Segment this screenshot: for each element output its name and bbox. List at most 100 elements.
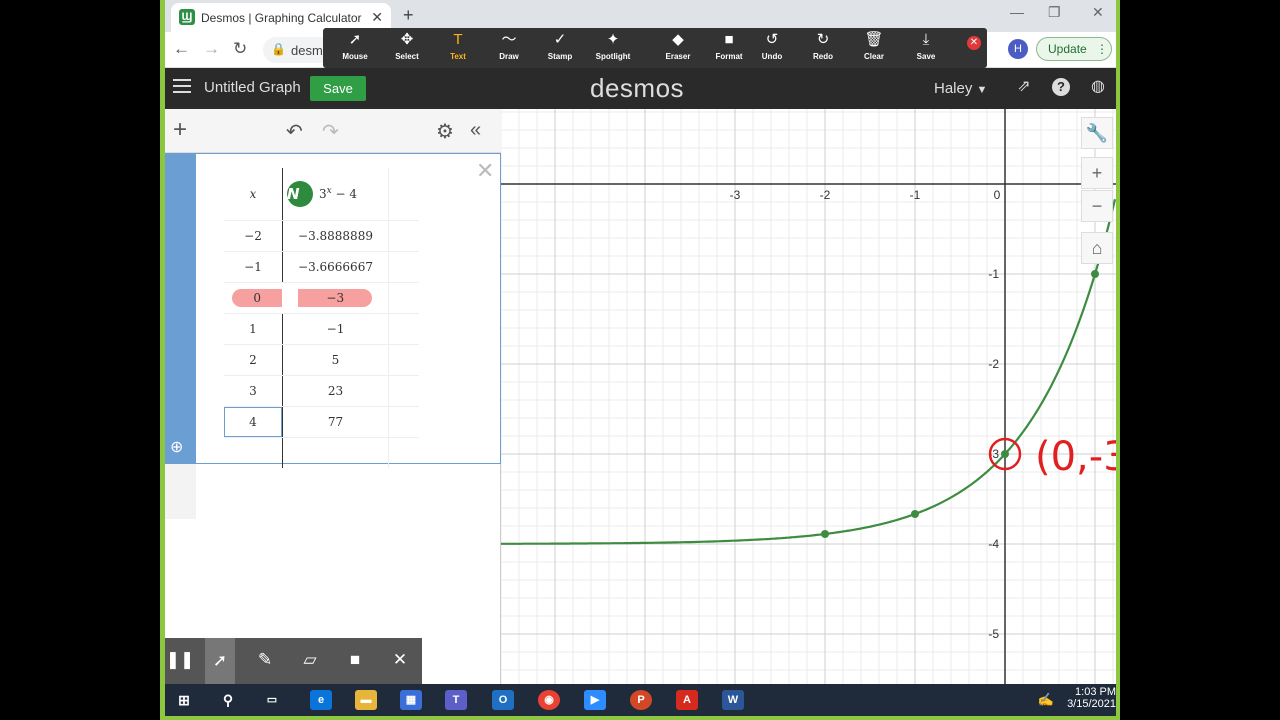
globe-icon[interactable]: ◍ (1089, 78, 1107, 96)
annotation-tool-stamp[interactable]: ✓ Stamp (536, 31, 584, 61)
x-tick-label: -3 (730, 188, 741, 202)
word-icon[interactable]: W (722, 690, 744, 710)
x-cell[interactable]: −2 (224, 220, 283, 252)
camera-icon[interactable]: ■ (340, 650, 370, 670)
x-cell[interactable]: 1 (224, 313, 283, 345)
zoom-app-icon[interactable]: ▶ (584, 690, 606, 710)
eraser-icon: ◆ (672, 31, 684, 48)
pen-input-icon[interactable]: ✍ (1035, 690, 1057, 710)
pen-icon[interactable]: ✎ (250, 650, 280, 670)
y-value: −3.6666667 (298, 259, 373, 274)
annotation-tool-draw[interactable]: 〜 Draw (485, 31, 533, 61)
wrench-icon[interactable]: 🔧 (1081, 117, 1113, 149)
help-icon[interactable]: ? (1052, 78, 1070, 96)
annotation-tool-mouse[interactable]: ➚ Mouse (331, 31, 379, 61)
acrobat-icon[interactable]: A (676, 690, 698, 710)
eraser-icon[interactable]: ▱ (295, 650, 325, 670)
desmos-logo: desmos (590, 73, 685, 103)
zoom-fit-icon[interactable]: ⊕ (170, 437, 190, 457)
empty-expression-slot[interactable] (165, 464, 196, 519)
tab-close-icon[interactable]: ✕ (371, 9, 383, 26)
column-fx-header[interactable]: N 3x − 4 (282, 168, 389, 221)
edge-icon[interactable]: e (310, 690, 332, 710)
user-menu[interactable]: Haley ▼ (934, 80, 987, 97)
forward-icon[interactable]: → (203, 39, 220, 59)
tab-title: Desmos | Graphing Calculator (201, 11, 362, 25)
zoom-in-icon[interactable]: + (1081, 157, 1113, 189)
expression-side-tab[interactable]: ⊕ (165, 153, 196, 464)
store-icon[interactable]: ▦ (400, 690, 422, 710)
annotation-tool-undo[interactable]: ↺ Undo (748, 31, 796, 61)
y-tick-label: -2 (988, 357, 999, 371)
x-cell[interactable]: 4 (224, 406, 283, 438)
annotation-tool-redo[interactable]: ↻ Redo (799, 31, 847, 61)
windows-start-icon[interactable]: ⊞ (173, 690, 195, 710)
pointer-icon[interactable]: ➚ (205, 638, 235, 684)
close-recorder-icon[interactable]: ✕ (385, 650, 415, 670)
task-view-icon[interactable]: ▭ (261, 690, 283, 710)
function-color-badge[interactable]: N (287, 180, 313, 207)
annotation-tool-spotlight[interactable]: ✦ Spotlight (589, 31, 637, 61)
powerpoint-icon[interactable]: P (630, 690, 652, 710)
hamburger-menu-icon[interactable] (173, 79, 191, 93)
file-explorer-icon[interactable]: ▬ (355, 690, 377, 710)
draw-icon: 〜 (501, 31, 517, 48)
x-cell[interactable]: 2 (224, 344, 283, 376)
lock-icon: 🔒 (271, 42, 286, 56)
kebab-menu-icon[interactable]: ⋮ (1096, 42, 1108, 56)
table-row: 3 23 (224, 375, 419, 407)
x-cell[interactable]: −1 (224, 251, 283, 283)
collapse-panel-icon[interactable]: « (470, 119, 481, 142)
annotation-tool-format[interactable]: ■ Format (705, 31, 753, 61)
annotation-tool-label: Format (715, 52, 743, 61)
save-button[interactable]: Save (310, 76, 366, 101)
restore-icon[interactable]: ❐ (1048, 4, 1061, 21)
update-button[interactable]: Update ⋮ (1036, 37, 1112, 61)
search-icon[interactable]: ⚲ (217, 690, 239, 710)
graph-paper[interactable]: -3-2-1012-1-2-3-4-5(0,-3) (501, 109, 1116, 684)
annotation-toolbar: ➚ Mouse ✥ Select T Text 〜 Draw ✓ Stamp ✦ Spotlight ◆… (323, 28, 987, 68)
new-tab-icon[interactable]: + (403, 5, 414, 26)
recorder-bar: ❚❚ ➚ ✎ ▱ ■ ✕ (165, 638, 422, 684)
pause-icon[interactable]: ❚❚ (165, 650, 195, 670)
x-cell[interactable]: 3 (224, 375, 283, 407)
outlook-icon[interactable]: O (492, 690, 514, 710)
home-icon[interactable]: ⌂ (1081, 232, 1113, 264)
system-clock[interactable]: 1:03 PM 3/15/2021 (1060, 686, 1116, 710)
annotation-tool-select[interactable]: ✥ Select (383, 31, 431, 61)
close-window-icon[interactable]: ✕ (1092, 4, 1104, 21)
teams-icon[interactable]: T (445, 690, 467, 710)
annotation-tool-save[interactable]: ⤓ Save (902, 31, 950, 61)
user-name: Haley (934, 80, 973, 97)
profile-avatar[interactable]: H (1008, 39, 1028, 59)
annotation-tool-text[interactable]: T Text (434, 31, 482, 61)
graph-title[interactable]: Untitled Graph (204, 79, 301, 96)
y-value: 5 (331, 352, 340, 367)
share-icon[interactable]: ⇗ (1015, 78, 1033, 96)
delete-expression-icon[interactable]: ✕ (476, 158, 494, 184)
redo-icon[interactable]: ↷ (322, 119, 339, 144)
function-rest: − 4 (335, 187, 358, 202)
undo-icon[interactable]: ↶ (286, 119, 303, 144)
add-expression-icon[interactable]: + (173, 116, 187, 144)
gear-icon[interactable]: ⚙ (436, 119, 454, 144)
reload-icon[interactable]: ↻ (233, 39, 247, 59)
x-value: 0 (232, 288, 283, 307)
minimize-icon[interactable]: — (1010, 4, 1024, 20)
zoom-out-icon[interactable]: − (1081, 190, 1113, 222)
annotation-tool-eraser[interactable]: ◆ Eraser (654, 31, 702, 61)
y-value: −3.8888889 (298, 228, 373, 243)
annotation-close-icon[interactable]: ✕ (967, 36, 981, 50)
back-icon[interactable]: ← (173, 39, 190, 59)
y-cell: −1 (282, 313, 389, 345)
table-expression[interactable]: ✕ x N 3x − 4 −2 −3.8888889 −1 −3.6666667 0 −3 1… (196, 153, 501, 468)
screen: Ϣ Desmos | Graphing Calculator ✕ + — ❐ ✕… (165, 0, 1116, 716)
move-icon: ✥ (400, 31, 414, 48)
table-header-row: x N 3x − 4 (224, 168, 419, 221)
x-cell[interactable]: 0 (224, 282, 283, 314)
chrome-icon[interactable]: ◉ (538, 690, 560, 710)
annotation-tool-label: Save (916, 52, 936, 61)
annotation-tool-clear[interactable]: 🗑 Clear (850, 31, 898, 61)
x-value: 4 (224, 406, 282, 437)
column-x-header[interactable]: x (224, 168, 283, 221)
